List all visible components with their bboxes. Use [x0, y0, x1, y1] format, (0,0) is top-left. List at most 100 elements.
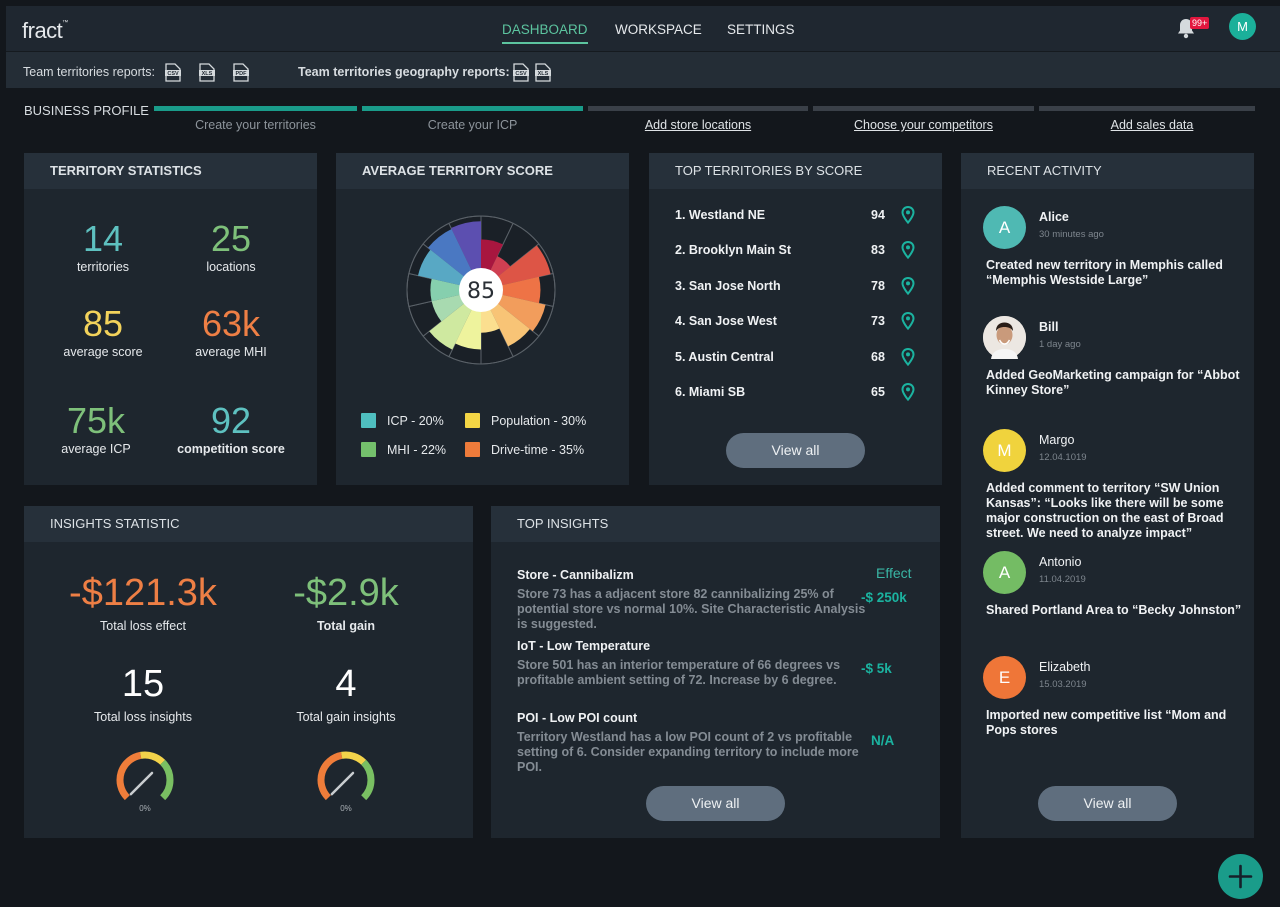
stat-value: 63k [201, 303, 261, 344]
territory-score: 83 [871, 243, 885, 258]
top-territories-title: TOP TERRITORIES BY SCORE [649, 153, 942, 189]
step-progress-3 [588, 106, 808, 111]
step-add-store-locations[interactable]: Add store locations [588, 118, 808, 132]
map-pin-icon[interactable] [901, 241, 915, 260]
stat-total-gain: -$2.9k Total gain [236, 573, 456, 633]
territory-row[interactable]: 2. Brooklyn Main St 83 [675, 241, 920, 260]
stat-value: 85 [82, 303, 124, 344]
insight-item[interactable]: IoT - Low Temperature Store 501 has an i… [517, 639, 917, 688]
csv-file-icon[interactable]: CSV [165, 63, 181, 82]
stat-label: Total gain insights [296, 710, 396, 724]
top-territories-card: TOP TERRITORIES BY SCORE 1. Westland NE … [649, 153, 942, 485]
activity-avatar[interactable]: E [983, 656, 1026, 699]
legend-mhi: MHI - 22% [361, 442, 446, 457]
step-create-icp: Create your ICP [427, 118, 518, 132]
team-reports-label: Team territories reports: [23, 65, 155, 79]
geo-xls-file-icon[interactable]: XLS [535, 63, 551, 82]
map-pin-icon[interactable] [901, 206, 915, 224]
activity-view-all-button[interactable]: View all [1038, 786, 1177, 821]
insight-description: Store 73 has a adjacent store 82 canniba… [517, 587, 866, 631]
svg-text:PDF: PDF [236, 71, 248, 77]
business-profile-label: BUSINESS PROFILE [24, 103, 149, 118]
xls-file-icon[interactable]: XLS [199, 63, 215, 82]
gauge-arc [341, 751, 367, 765]
activity-description: Added GeoMarketing campaign for “Abbot K… [986, 368, 1240, 397]
legend-swatch [361, 442, 376, 457]
geo-csv-file-icon[interactable]: CSV [513, 63, 529, 82]
territory-score: 68 [871, 349, 885, 364]
stat-total-gain-insights: 4 Total gain insights [236, 664, 456, 724]
map-pin-icon[interactable] [901, 347, 915, 366]
territory-score: 78 [871, 278, 885, 293]
stat-value: 15 [121, 663, 165, 705]
territories-view-all-button[interactable]: View all [726, 433, 865, 468]
insights-statistic-title: INSIGHTS STATISTIC [24, 506, 473, 542]
territory-row[interactable]: 6. Miami SB 65 [675, 383, 920, 401]
activity-description: Added comment to territory “SW Union Kan… [986, 481, 1224, 540]
territory-statistics-card: TERRITORY STATISTICS 14 territories 25 l… [24, 153, 317, 485]
step-add-sales-data[interactable]: Add sales data [1039, 118, 1265, 132]
gain-gauge: 0% [317, 751, 375, 813]
gauge-needle [330, 771, 355, 796]
nav-settings[interactable]: SETTINGS [727, 22, 795, 37]
stat-average-score: 85 average score [33, 303, 173, 360]
stat-average-icp: 75k average ICP [26, 400, 166, 457]
map-pin-icon[interactable] [901, 312, 915, 331]
legend-swatch [465, 442, 480, 457]
stat-label: locations [206, 260, 256, 274]
insight-title: Store - Cannibalizm [517, 568, 634, 582]
insight-description: Store 501 has an interior temperature of… [517, 658, 841, 687]
gauge-arc [160, 759, 174, 801]
activity-time: 30 minutes ago [1039, 229, 1104, 240]
activity-avatar[interactable] [983, 316, 1026, 359]
svg-text:CSV: CSV [167, 71, 179, 77]
notification-badge: 99+ [1190, 17, 1210, 29]
activity-description: Created new territory in Memphis called … [986, 258, 1223, 287]
reports-bar: Team territories reports: CSV XLS PDF Te… [6, 51, 1280, 88]
nav-dashboard[interactable]: DASHBOARD [502, 22, 588, 44]
activity-time: 12.04.1019 [1039, 452, 1087, 463]
stat-value: 75k [66, 400, 126, 441]
insight-description: Territory Westland has a low POI count o… [517, 730, 859, 774]
map-pin-icon[interactable] [901, 276, 915, 295]
insight-effect: -$ 250k [861, 590, 907, 605]
activity-avatar[interactable]: A [983, 551, 1026, 594]
gauge-arc [317, 751, 343, 801]
territory-row[interactable]: 5. Austin Central 68 [675, 347, 920, 366]
activity-time: 1 day ago [1039, 339, 1081, 350]
stat-label: competition score [177, 442, 285, 456]
territory-row[interactable]: 4. San Jose West 73 [675, 312, 920, 331]
activity-description: Shared Portland Area to “Becky Johnston” [986, 603, 1242, 617]
legend-swatch [465, 413, 480, 428]
app-logo[interactable]: fract™ [22, 18, 68, 44]
activity-avatar[interactable]: M [983, 429, 1026, 472]
step-choose-competitors[interactable]: Choose your competitors [813, 118, 1034, 132]
activity-avatar[interactable]: A [983, 206, 1026, 249]
user-avatar[interactable]: M [1229, 13, 1256, 40]
gauge-arc [116, 751, 142, 801]
insights-view-all-button[interactable]: View all [646, 786, 785, 821]
territory-name: 5. Austin Central [675, 349, 774, 364]
stat-total-loss-insights: 15 Total loss insights [33, 664, 253, 724]
stat-label: Total loss insights [94, 710, 192, 724]
map-pin-icon[interactable] [901, 383, 915, 401]
territory-row[interactable]: 1. Westland NE 94 [675, 206, 920, 224]
add-fab-button[interactable] [1218, 854, 1263, 899]
stat-value: 4 [335, 663, 357, 705]
pdf-file-icon[interactable]: PDF [233, 63, 249, 82]
insight-effect: -$ 5k [861, 661, 892, 676]
stat-value: 25 [210, 218, 252, 259]
insight-item[interactable]: POI - Low POI count Territory Westland h… [517, 711, 917, 775]
territory-score: 65 [871, 385, 885, 399]
top-insights-title: TOP INSIGHTS [491, 506, 940, 542]
territory-row[interactable]: 3. San Jose North 78 [675, 276, 920, 295]
activity-time: 15.03.2019 [1039, 679, 1087, 690]
average-score-title: AVERAGE TERRITORY SCORE [336, 153, 629, 189]
stat-territories: 14 territories [33, 220, 173, 275]
nav-workspace[interactable]: WORKSPACE [615, 22, 702, 37]
gauge-needle [129, 771, 154, 796]
gauge-arc [140, 751, 166, 765]
polar-area-chart: 85 [406, 215, 556, 365]
stat-label: Total gain [316, 619, 376, 633]
insight-item[interactable]: Store - Cannibalizm Store 73 has a adjac… [517, 568, 917, 632]
